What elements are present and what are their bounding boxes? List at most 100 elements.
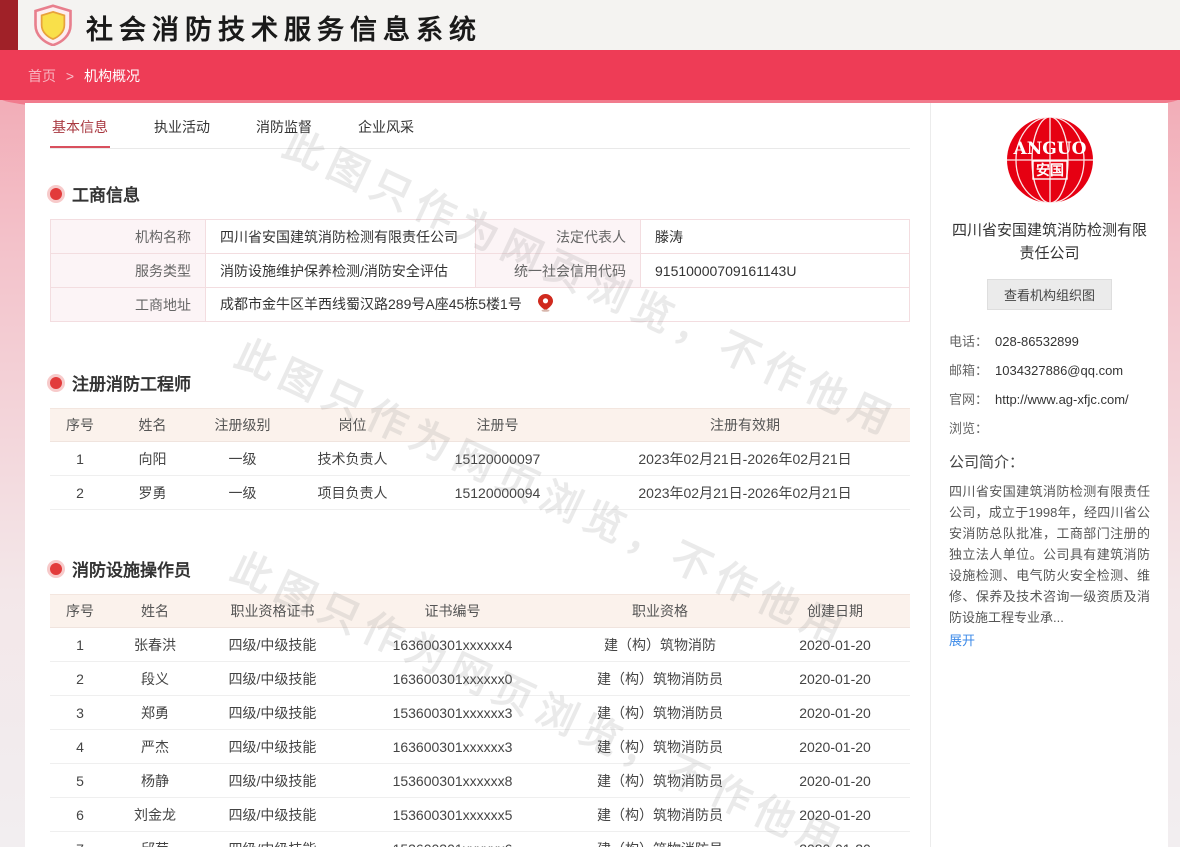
cell-cert-level: 四级/中级技能: [200, 764, 345, 798]
service-type-label: 服务类型: [51, 254, 206, 288]
company-intro-title: 公司简介：: [949, 451, 1150, 472]
cell-name: 杨静: [110, 764, 200, 798]
cell-qualification: 建（构）筑物消防员: [560, 832, 760, 847]
cell-create-date: 2020-01-20: [760, 628, 910, 662]
table-row: 3郑勇四级/中级技能153600301xxxxxx3建（构）筑物消防员2020-…: [50, 696, 910, 730]
cell-name: 罗勇: [110, 476, 195, 510]
tab-basic-info[interactable]: 基本信息: [50, 117, 110, 148]
table-row: 4严杰四级/中级技能163600301xxxxxx3建（构）筑物消防员2020-…: [50, 730, 910, 764]
website-link[interactable]: http://www.ag-xfjc.com/: [995, 390, 1129, 410]
main-column: 基本信息 执业活动 消防监督 企业风采 工商信息 机构名称 四川省安国建筑消防检…: [50, 103, 910, 847]
cell-cert-level: 四级/中级技能: [200, 798, 345, 832]
engineers-table: 序号 姓名 注册级别 岗位 注册号 注册有效期 1 向阳 一级 技术负责人 15…: [50, 408, 910, 510]
table-row: 2 罗勇 一级 项目负责人 15120000094 2023年02月21日-20…: [50, 476, 910, 510]
legal-rep-label: 法定代表人: [476, 220, 641, 254]
cell-index: 6: [50, 798, 110, 832]
service-type-value: 消防设施维护保养检测/消防安全评估: [206, 254, 476, 288]
address-value: 成都市金牛区羊西线蜀汉路289号A座45栋5楼1号: [220, 296, 522, 312]
cell-name: 邱菊: [110, 832, 200, 847]
content-panel: 基本信息 执业活动 消防监督 企业风采 工商信息 机构名称 四川省安国建筑消防检…: [25, 103, 1168, 847]
view-org-chart-button[interactable]: 查看机构组织图: [987, 279, 1112, 310]
map-pin-icon[interactable]: [538, 294, 553, 315]
cell-cert-level: 四级/中级技能: [200, 662, 345, 696]
cell-cert-level: 四级/中级技能: [200, 696, 345, 730]
business-info-title: 工商信息: [72, 181, 140, 206]
email-value: 1034327886@qq.com: [995, 361, 1123, 381]
operators-section-head: 消防设施操作员: [50, 556, 910, 581]
breadcrumb-current: 机构概况: [84, 68, 140, 84]
phone-row: 电话： 028-86532899: [949, 332, 1150, 352]
col-index: 序号: [50, 409, 110, 442]
cell-create-date: 2020-01-20: [760, 832, 910, 847]
table-header-row: 序号 姓名 职业资格证书 证书编号 职业资格 创建日期: [50, 595, 910, 628]
banner: 首页 > 机构概况: [0, 50, 1180, 100]
legal-rep-value: 滕涛: [641, 220, 910, 254]
views-row: 浏览：: [949, 419, 1150, 439]
corner-decoration: [0, 0, 18, 50]
table-row: 1 向阳 一级 技术负责人 15120000097 2023年02月21日-20…: [50, 442, 910, 476]
cell-create-date: 2020-01-20: [760, 798, 910, 832]
cell-index: 2: [50, 476, 110, 510]
operators-table: 序号 姓名 职业资格证书 证书编号 职业资格 创建日期 1张春洪四级/中级技能1…: [50, 594, 910, 847]
cell-name: 刘金龙: [110, 798, 200, 832]
page-title: 社会消防技术服务信息系统: [86, 8, 482, 47]
cell-cert-number: 163600301xxxxxx0: [345, 662, 560, 696]
cell-name: 向阳: [110, 442, 195, 476]
phone-label: 电话：: [949, 332, 995, 352]
business-info-table: 机构名称 四川省安国建筑消防检测有限责任公司 法定代表人 滕涛 服务类型 消防设…: [50, 219, 910, 322]
col-create-date: 创建日期: [760, 595, 910, 628]
col-cert-number: 证书编号: [345, 595, 560, 628]
col-position: 岗位: [290, 409, 415, 442]
col-reg-level: 注册级别: [195, 409, 290, 442]
cell-create-date: 2020-01-20: [760, 696, 910, 730]
cell-reg-level: 一级: [195, 442, 290, 476]
engineers-title: 注册消防工程师: [72, 370, 191, 395]
tab-practice-activity[interactable]: 执业活动: [152, 117, 212, 148]
logo-text-en: ANGUO: [1012, 139, 1086, 159]
table-row: 工商地址 成都市金牛区羊西线蜀汉路289号A座45栋5楼1号: [51, 288, 910, 322]
expand-link[interactable]: 展开: [949, 630, 975, 649]
views-label: 浏览：: [949, 419, 988, 439]
cell-qualification: 建（构）筑物消防员: [560, 798, 760, 832]
col-index: 序号: [50, 595, 110, 628]
cell-index: 3: [50, 696, 110, 730]
bullet-dot-icon: [50, 563, 62, 575]
cell-index: 5: [50, 764, 110, 798]
tab-fire-supervision[interactable]: 消防监督: [254, 117, 314, 148]
cell-cert-number: 153600301xxxxxx8: [345, 764, 560, 798]
org-name-label: 机构名称: [51, 220, 206, 254]
engineers-section-head: 注册消防工程师: [50, 370, 910, 395]
cell-index: 1: [50, 628, 110, 662]
cell-index: 4: [50, 730, 110, 764]
contact-info: 电话： 028-86532899 邮箱： 1034327886@qq.com 官…: [949, 332, 1150, 439]
cell-name: 郑勇: [110, 696, 200, 730]
email-label: 邮箱：: [949, 361, 995, 381]
bullet-dot-icon: [50, 188, 62, 200]
cell-cert-number: 153600301xxxxxx5: [345, 798, 560, 832]
business-info-section-head: 工商信息: [50, 181, 910, 206]
cell-index: 2: [50, 662, 110, 696]
cell-index: 1: [50, 442, 110, 476]
breadcrumb-home-link[interactable]: 首页: [28, 68, 56, 84]
cell-create-date: 2020-01-20: [760, 662, 910, 696]
credit-code-label: 统一社会信用代码: [476, 254, 641, 288]
app-header: 社会消防技术服务信息系统: [0, 0, 1180, 50]
cell-qualification: 建（构）筑物消防员: [560, 696, 760, 730]
website-row: 官网： http://www.ag-xfjc.com/: [949, 390, 1150, 410]
tab-company-showcase[interactable]: 企业风采: [356, 117, 416, 148]
cell-position: 项目负责人: [290, 476, 415, 510]
col-reg-number: 注册号: [415, 409, 580, 442]
shield-logo-icon: [32, 4, 74, 46]
col-qualification: 职业资格: [560, 595, 760, 628]
cell-cert-level: 四级/中级技能: [200, 832, 345, 847]
cell-reg-validity: 2023年02月21日-2026年02月21日: [580, 442, 910, 476]
table-row: 6刘金龙四级/中级技能153600301xxxxxx5建（构）筑物消防员2020…: [50, 798, 910, 832]
cell-cert-number: 153600301xxxxxx3: [345, 696, 560, 730]
phone-value: 028-86532899: [995, 332, 1079, 352]
cell-reg-number: 15120000094: [415, 476, 580, 510]
cell-reg-validity: 2023年02月21日-2026年02月21日: [580, 476, 910, 510]
cell-name: 张春洪: [110, 628, 200, 662]
credit-code-value: 91510000709161143U: [641, 254, 910, 288]
company-logo-icon: ANGUO 安国: [1007, 117, 1093, 203]
cell-cert-number: 163600301xxxxxx4: [345, 628, 560, 662]
